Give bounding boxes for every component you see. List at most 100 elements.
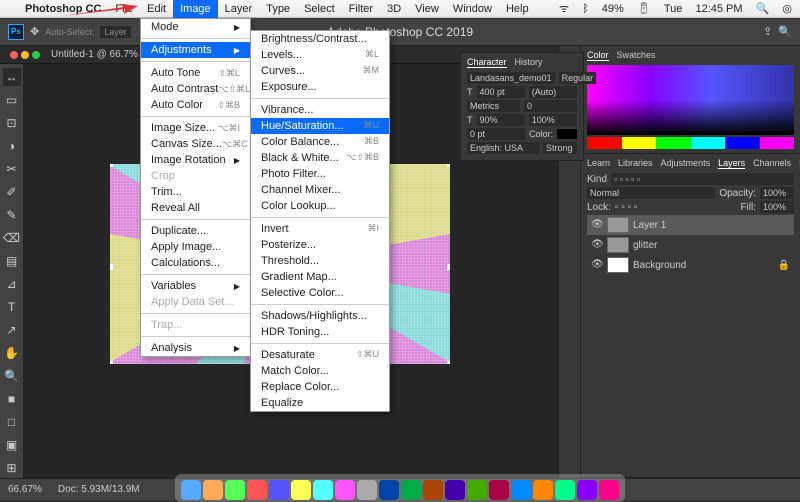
- dock-app-icon[interactable]: [423, 480, 443, 500]
- menu-item[interactable]: Levels...⌘L: [251, 47, 389, 63]
- menu-item[interactable]: Image Rotation: [141, 152, 250, 168]
- menu-item[interactable]: Color Lookup...: [251, 198, 389, 214]
- menu-3d[interactable]: 3D: [380, 0, 408, 18]
- dock-app-icon[interactable]: [269, 480, 289, 500]
- hue-strip[interactable]: [587, 137, 794, 149]
- tool-button[interactable]: ↔: [3, 68, 21, 86]
- traffic-min-icon[interactable]: [21, 51, 29, 59]
- menu-help[interactable]: Help: [499, 0, 536, 18]
- layer-row[interactable]: 👁Background🔒: [587, 255, 794, 275]
- menu-item[interactable]: Auto Tone⇧⌘L: [141, 65, 250, 81]
- dock-app-icon[interactable]: [555, 480, 575, 500]
- menu-select[interactable]: Select: [297, 0, 342, 18]
- transform-handle[interactable]: [110, 164, 113, 167]
- menu-app[interactable]: Photoshop CC: [18, 0, 108, 18]
- tool-button[interactable]: □: [3, 413, 21, 431]
- move-tool-icon[interactable]: ✥: [30, 25, 39, 38]
- tab-color[interactable]: Color: [587, 50, 609, 61]
- transform-handle[interactable]: [110, 361, 113, 364]
- dock-app-icon[interactable]: [247, 480, 267, 500]
- traffic-max-icon[interactable]: [32, 51, 40, 59]
- tool-button[interactable]: ✐: [3, 183, 21, 201]
- dock-app-icon[interactable]: [401, 480, 421, 500]
- tab-swatches[interactable]: Swatches: [617, 50, 656, 61]
- menu-item[interactable]: Brightness/Contrast...: [251, 31, 389, 47]
- dock-app-icon[interactable]: [313, 480, 333, 500]
- menu-item[interactable]: Match Color...: [251, 363, 389, 379]
- menu-image[interactable]: Image: [173, 0, 218, 18]
- wifi-icon[interactable]: ᯤ: [559, 3, 569, 15]
- menu-item[interactable]: Image Size...⌥⌘I: [141, 120, 250, 136]
- transform-handle[interactable]: [110, 264, 113, 270]
- menu-view[interactable]: View: [408, 0, 446, 18]
- menu-item[interactable]: Hue/Saturation...⌘U: [251, 118, 389, 134]
- blend-mode[interactable]: Normal: [587, 187, 715, 199]
- dock-app-icon[interactable]: [577, 480, 597, 500]
- menu-item[interactable]: Trim...: [141, 184, 250, 200]
- tool-button[interactable]: ⊿: [3, 275, 21, 293]
- menu-item[interactable]: Variables: [141, 278, 250, 294]
- tool-button[interactable]: ▤: [3, 252, 21, 270]
- layer-thumb[interactable]: [607, 217, 629, 233]
- layer-row[interactable]: 👁 glitter: [587, 235, 794, 255]
- transform-handle[interactable]: [447, 164, 450, 167]
- ps-logo-icon[interactable]: Ps: [8, 24, 24, 40]
- menu-item[interactable]: Reveal All: [141, 200, 250, 216]
- layer-name[interactable]: glitter: [633, 240, 657, 251]
- menu-item[interactable]: Apply Image...: [141, 239, 250, 255]
- tool-button[interactable]: ↗: [3, 321, 21, 339]
- tab-history[interactable]: History: [515, 57, 543, 68]
- battery-icon[interactable]: 🔋︎: [637, 3, 651, 15]
- tab-layers[interactable]: Layers: [718, 158, 745, 169]
- menu-window[interactable]: Window: [446, 0, 499, 18]
- dock-app-icon[interactable]: [357, 480, 377, 500]
- layer-name[interactable]: Layer 1: [633, 220, 666, 231]
- share-icon[interactable]: ⇪: [763, 25, 772, 38]
- search-icon[interactable]: 🔍: [756, 3, 770, 15]
- menu-item[interactable]: Vibrance...: [251, 102, 389, 118]
- kerning[interactable]: Metrics: [467, 100, 520, 112]
- tool-button[interactable]: 🔍: [3, 367, 21, 385]
- tab-libraries[interactable]: Libraries: [618, 158, 653, 169]
- menu-item[interactable]: Threshold...: [251, 253, 389, 269]
- menu-item[interactable]: Calculations...: [141, 255, 250, 271]
- dock-app-icon[interactable]: [335, 480, 355, 500]
- menu-item[interactable]: Mode: [141, 19, 250, 35]
- menu-item[interactable]: HDR Toning...: [251, 324, 389, 340]
- tool-button[interactable]: ◑: [3, 137, 21, 155]
- tool-button[interactable]: ✂: [3, 160, 21, 178]
- tab-character[interactable]: Character: [467, 57, 507, 68]
- menu-item[interactable]: Equalize: [251, 395, 389, 411]
- menu-item[interactable]: Canvas Size...⌥⌘C: [141, 136, 250, 152]
- leading[interactable]: (Auto): [529, 86, 577, 98]
- opacity-input[interactable]: 100%: [760, 187, 794, 199]
- menu-item[interactable]: Selective Color...: [251, 285, 389, 301]
- menu-item[interactable]: Exposure...: [251, 79, 389, 95]
- dock-app-icon[interactable]: [379, 480, 399, 500]
- font-style[interactable]: Regular: [559, 72, 597, 84]
- visibility-icon[interactable]: 👁: [591, 239, 603, 251]
- doc-size[interactable]: Doc: 5.93M/13.9M: [58, 484, 140, 495]
- visibility-icon[interactable]: 👁: [591, 219, 603, 231]
- dock-app-icon[interactable]: [225, 480, 245, 500]
- menu-filter[interactable]: Filter: [342, 0, 380, 18]
- menu-item[interactable]: Adjustments: [141, 42, 250, 58]
- fill-input[interactable]: 100%: [760, 201, 794, 213]
- layer-name[interactable]: Background: [633, 260, 686, 271]
- dock-app-icon[interactable]: [533, 480, 553, 500]
- baseline[interactable]: 0 pt: [467, 128, 525, 140]
- menu-item[interactable]: Channel Mixer...: [251, 182, 389, 198]
- macos-dock[interactable]: [175, 474, 625, 502]
- text-color-swatch[interactable]: [557, 129, 577, 139]
- siri-icon[interactable]: ◎: [782, 3, 792, 15]
- dock-app-icon[interactable]: [291, 480, 311, 500]
- tab-channels[interactable]: Channels: [753, 158, 791, 169]
- dock-app-icon[interactable]: [511, 480, 531, 500]
- hscale[interactable]: 100%: [529, 114, 577, 126]
- menu-item[interactable]: Photo Filter...: [251, 166, 389, 182]
- menu-item[interactable]: Auto Contrast⌥⇧⌘L: [141, 81, 250, 97]
- menu-item[interactable]: Posterize...: [251, 237, 389, 253]
- layer-row[interactable]: 👁 Layer 1: [587, 215, 794, 235]
- auto-select-kind[interactable]: Layer: [100, 26, 131, 38]
- menu-item[interactable]: Curves...⌘M: [251, 63, 389, 79]
